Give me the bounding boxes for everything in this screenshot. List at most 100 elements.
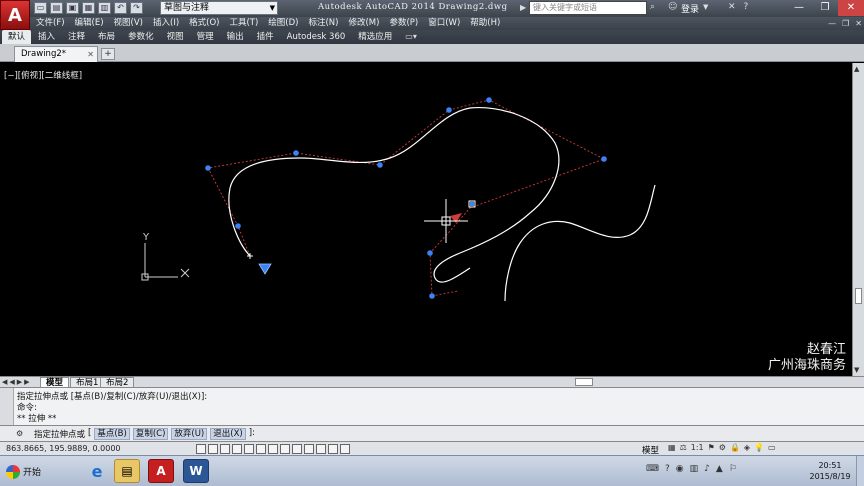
close-button[interactable]: ✕ [838,0,864,16]
doc-close-button[interactable]: ✕ [855,17,862,30]
network-icon[interactable]: ▥ [690,464,699,474]
quick-view-layouts-icon[interactable]: ▦ [668,443,676,452]
show-desktop-button[interactable] [856,456,864,486]
drawing-canvas[interactable]: [−][俯视][二维线框] Y 赵春江 广州海珠商务 [0,63,852,376]
new-drawing-tab-button[interactable]: + [101,48,115,60]
print-icon[interactable]: ▥ [98,2,111,14]
ribbon-tab[interactable]: Autodesk 360 [281,30,352,44]
taskbar-clock[interactable]: 20:51 2015/8/19 [808,460,852,482]
annotation-scale-icon[interactable]: ⚖ [680,443,687,452]
close-icon[interactable]: ✕ [87,47,94,62]
menu-item[interactable]: 格式(O) [189,17,219,30]
option-copy[interactable]: 复制(C) [132,428,169,440]
scroll-up-icon[interactable]: ▲ [854,65,859,73]
help-search-input[interactable]: 键入关键字或短语 [529,1,647,15]
file-explorer-icon[interactable]: ▤ [114,459,140,483]
scroll-down-icon[interactable]: ▼ [854,366,859,374]
annotation-visibility-icon[interactable]: ⚑ [708,443,715,452]
search-icon[interactable]: ⌕ [650,2,655,12]
ribbon-minimize-icon[interactable]: ▭▾ [399,30,423,44]
command-line[interactable]: ⚙ 指定拉伸点或 [ 基点(B) 复制(C) 放弃(U) 退出(X) ]: [0,425,864,441]
workspace-select[interactable]: 草图与注释 ▼ [160,1,278,15]
vertical-scroll-thumb[interactable] [855,288,862,304]
chevron-down-icon[interactable]: ▼ [703,3,708,11]
show-hidden-icons-icon[interactable]: ▲ [716,464,723,474]
workspace-switch-icon[interactable]: ⚙ [719,443,726,452]
minimize-button[interactable]: — [786,0,812,16]
ribbon-tab[interactable]: 注释 [62,30,91,44]
ribbon-tab[interactable]: 输出 [221,30,250,44]
login-link[interactable]: 登录 [681,2,699,15]
lineweight-toggle[interactable] [304,444,314,454]
doc-minimize-button[interactable]: — [828,17,836,30]
document-tab-drawing2[interactable]: Drawing2* ✕ [14,46,98,62]
menu-item[interactable]: 标注(N) [308,17,338,30]
horizontal-scroll-thumb[interactable] [575,378,593,386]
menu-item[interactable]: 文件(F) [36,17,65,30]
grid-toggle[interactable] [208,444,218,454]
save-icon[interactable]: ▣ [66,2,79,14]
word-taskbar-icon[interactable]: W [183,459,209,483]
exchange-icon[interactable]: ✕ [728,2,736,12]
ducs-toggle[interactable] [280,444,290,454]
undo-icon[interactable]: ↶ [114,2,127,14]
menu-item[interactable]: 视图(V) [114,17,143,30]
transparency-toggle[interactable] [316,444,326,454]
ribbon-tab[interactable]: 插件 [251,30,280,44]
option-basepoint[interactable]: 基点(B) [94,428,130,440]
command-line-customize-icon[interactable]: ⚙ [16,429,23,438]
quick-properties-toggle[interactable] [328,444,338,454]
otrack-toggle[interactable] [268,444,278,454]
vertical-scrollbar[interactable]: ▲ ▼ [852,63,864,376]
open-folder-icon[interactable]: ▤ [50,2,63,14]
ribbon-tab[interactable]: 布局 [92,30,121,44]
flag-icon[interactable]: ⚐ [729,464,737,474]
polar-toggle[interactable] [232,444,242,454]
doc-restore-button[interactable]: ❐ [842,17,849,30]
menu-item[interactable]: 编辑(E) [75,17,104,30]
user-icon[interactable]: ☺ [668,2,677,12]
autocad-application-menu-button[interactable]: A [0,0,30,30]
menu-item[interactable]: 窗口(W) [428,17,460,30]
save-as-icon[interactable]: ▦ [82,2,95,14]
tray-app-icon[interactable]: ◉ [676,464,684,474]
hardware-acceleration-icon[interactable]: ◈ [744,443,750,452]
ribbon-tab[interactable]: 管理 [191,30,220,44]
snap-toggle[interactable] [196,444,206,454]
volume-icon[interactable]: ♪ [704,464,710,474]
ribbon-tab[interactable]: 插入 [32,30,61,44]
menu-item[interactable]: 绘图(D) [268,17,298,30]
lock-icon[interactable]: 🔒 [730,443,740,452]
ribbon-tab[interactable]: 视图 [161,30,190,44]
3dosnap-toggle[interactable] [256,444,266,454]
annotation-scale-value[interactable]: 1:1 [691,443,704,452]
menu-item[interactable]: 帮助(H) [470,17,500,30]
option-undo[interactable]: 放弃(U) [171,428,208,440]
selection-cycling-toggle[interactable] [340,444,350,454]
help-icon[interactable]: ? [665,464,670,474]
clean-screen-icon[interactable]: ▭ [768,443,776,452]
help-icon[interactable]: ? [744,2,749,12]
isolate-objects-icon[interactable]: 💡 [754,443,764,452]
ribbon-tab[interactable]: 精选应用 [352,30,398,44]
osnap-toggle[interactable] [244,444,254,454]
redo-icon[interactable]: ↷ [130,2,143,14]
ribbon-tab[interactable]: 默认 [2,30,32,44]
menu-item[interactable]: 参数(P) [389,17,418,30]
menu-item[interactable]: 修改(M) [348,17,379,30]
autocad-taskbar-icon[interactable]: A [148,459,174,483]
option-exit[interactable]: 退出(X) [210,428,246,440]
menu-item[interactable]: 工具(T) [229,17,258,30]
ribbon-tab[interactable]: 参数化 [122,30,160,44]
coordinate-readout[interactable]: 863.8665, 195.9889, 0.0000 [6,444,121,453]
grip-menu-triangle-icon[interactable] [258,263,272,275]
layout-nav-arrows[interactable]: ◀◀▶▶ [2,377,32,387]
new-file-icon[interactable]: ▭ [34,2,47,14]
command-window-handle[interactable] [0,388,14,426]
dyn-toggle[interactable] [292,444,302,454]
menu-item[interactable]: 插入(I) [153,17,179,30]
restore-button[interactable]: ❐ [812,0,838,16]
keyboard-icon[interactable]: ⌨ [646,464,659,474]
start-button[interactable]: 开始 [2,461,47,482]
internet-explorer-icon[interactable]: e [84,459,110,483]
